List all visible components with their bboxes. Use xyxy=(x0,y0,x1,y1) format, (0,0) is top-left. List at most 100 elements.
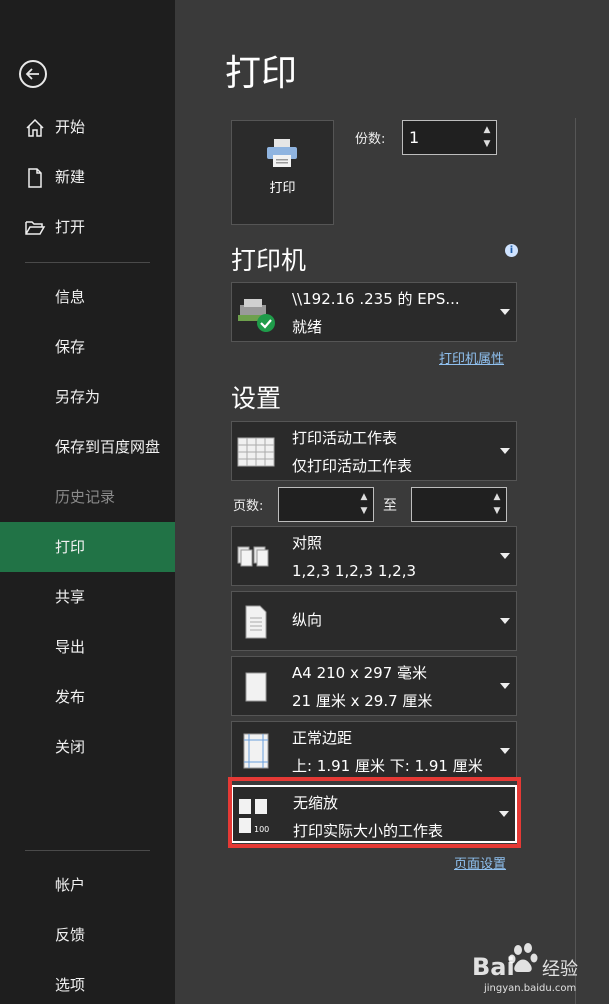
chevron-down-icon[interactable]: ▼ xyxy=(481,137,493,151)
svg-text:100: 100 xyxy=(254,825,269,834)
caret-down-icon xyxy=(500,553,510,559)
printer-properties-link[interactable]: 打印机属性 xyxy=(439,348,504,367)
pages-to-stepper[interactable]: ▲ ▼ xyxy=(411,487,507,522)
nav-export-label: 导出 xyxy=(55,638,86,656)
watermark-suffix: 经验 xyxy=(542,959,578,980)
margins-dropdown[interactable]: 正常边距 上: 1.91 厘米 下: 1.91 厘米 xyxy=(231,721,517,781)
pages-to-input[interactable] xyxy=(412,488,490,521)
copies-stepper[interactable]: ▲ ▼ xyxy=(402,120,497,155)
pages-to-label: 至 xyxy=(383,498,397,514)
nav-save-baidu-label: 保存到百度网盘 xyxy=(55,438,161,456)
nav-account[interactable]: 帐户 xyxy=(0,860,175,910)
caret-down-icon xyxy=(499,811,509,817)
nav-options[interactable]: 选项 xyxy=(0,960,175,1004)
sidebar-separator xyxy=(25,262,150,263)
collate-dropdown[interactable]: 对照 1,2,3 1,2,3 1,2,3 xyxy=(231,526,517,586)
chevron-down-icon[interactable]: ▼ xyxy=(358,504,370,518)
pages-label: 页数: xyxy=(233,499,264,514)
nav-save-as[interactable]: 另存为 xyxy=(0,372,175,422)
baidu-jingyan-watermark: Bai 经验 jingyan.baidu.com xyxy=(472,943,578,994)
chevron-up-icon[interactable]: ▲ xyxy=(481,123,493,137)
chevron-down-icon[interactable]: ▼ xyxy=(491,504,503,518)
page-title: 打印 xyxy=(225,53,298,94)
nav-feedback[interactable]: 反馈 xyxy=(0,910,175,960)
margins-icon xyxy=(243,733,269,769)
scaling-dropdown[interactable]: 100 无缩放 打印实际大小的工作表 xyxy=(231,785,517,843)
worksheet-grid-icon xyxy=(237,437,275,467)
caret-down-icon xyxy=(500,748,510,754)
sidebar-separator xyxy=(25,850,150,851)
print-what-line1: 打印活动工作表 xyxy=(292,429,398,447)
paper-size-dropdown[interactable]: A4 210 x 297 毫米 21 厘米 x 29.7 厘米 xyxy=(231,656,517,716)
copies-input[interactable] xyxy=(403,121,478,154)
nav-history: 历史记录 xyxy=(0,472,175,522)
pages-from-stepper[interactable]: ▲ ▼ xyxy=(278,487,374,522)
caret-down-icon xyxy=(500,309,510,315)
home-icon xyxy=(26,118,44,137)
nav-info[interactable]: 信息 xyxy=(0,272,175,322)
nav-save-baidu[interactable]: 保存到百度网盘 xyxy=(0,422,175,472)
nav-open-label: 打开 xyxy=(55,218,86,236)
watermark-url: jingyan.baidu.com xyxy=(483,983,576,994)
printer-icon xyxy=(267,139,297,167)
nav-home-label: 开始 xyxy=(55,118,86,136)
collate-icon xyxy=(237,546,269,567)
nav-info-label: 信息 xyxy=(55,288,86,306)
copies-label: 份数: xyxy=(355,132,386,147)
nav-close-label: 关闭 xyxy=(55,738,86,756)
portrait-page-icon xyxy=(245,605,267,639)
settings-heading: 设置 xyxy=(231,384,282,413)
printer-name: \\192.16 .235 的 EPS... xyxy=(292,290,460,308)
nav-history-label: 历史记录 xyxy=(55,488,116,506)
nav-close[interactable]: 关闭 xyxy=(0,722,175,772)
print-button[interactable]: 打印 xyxy=(231,120,334,225)
caret-down-icon xyxy=(500,683,510,689)
nav-options-label: 选项 xyxy=(55,976,86,994)
preview-divider xyxy=(575,118,576,1004)
backstage-sidebar: 开始 新建 打开 信息 保存 另存为 保存到百度网盘 历史记录 打印 共享 导出… xyxy=(0,0,175,1004)
paper-size-line2: 21 厘米 x 29.7 厘米 xyxy=(292,692,433,710)
printer-heading: 打印机 xyxy=(231,246,307,275)
no-scaling-icon: 100 xyxy=(239,799,269,834)
nav-save-label: 保存 xyxy=(55,338,86,356)
collate-line1: 对照 xyxy=(292,534,323,552)
chevron-up-icon[interactable]: ▲ xyxy=(491,490,503,504)
scaling-line1: 无缩放 xyxy=(293,794,339,812)
nav-publish[interactable]: 发布 xyxy=(0,672,175,722)
print-button-label: 打印 xyxy=(269,181,296,196)
nav-feedback-label: 反馈 xyxy=(55,926,86,944)
margins-line1: 正常边距 xyxy=(292,729,353,747)
scaling-line2: 打印实际大小的工作表 xyxy=(293,822,444,840)
nav-account-label: 帐户 xyxy=(55,876,86,894)
back-arrow-icon[interactable] xyxy=(19,60,47,88)
nav-print-label: 打印 xyxy=(55,538,86,556)
page-setup-link[interactable]: 页面设置 xyxy=(454,853,506,872)
folder-open-icon xyxy=(25,221,46,235)
chevron-up-icon[interactable]: ▲ xyxy=(358,490,370,504)
paper-size-line1: A4 210 x 297 毫米 xyxy=(292,664,428,682)
orientation-dropdown[interactable]: 纵向 xyxy=(231,591,517,651)
paper-size-icon xyxy=(245,672,267,702)
nav-share[interactable]: 共享 xyxy=(0,572,175,622)
collate-line2: 1,2,3 1,2,3 1,2,3 xyxy=(292,562,417,580)
nav-new[interactable]: 新建 xyxy=(0,152,175,202)
nav-export[interactable]: 导出 xyxy=(0,622,175,672)
nav-home[interactable]: 开始 xyxy=(0,102,175,152)
printer-dropdown[interactable]: \\192.16 .235 的 EPS... 就绪 xyxy=(231,282,517,342)
nav-share-label: 共享 xyxy=(55,588,86,606)
pages-from-input[interactable] xyxy=(279,488,357,521)
info-icon[interactable]: i xyxy=(505,244,518,257)
caret-down-icon xyxy=(500,448,510,454)
margins-line2: 上: 1.91 厘米 下: 1.91 厘米 xyxy=(292,757,483,775)
nav-print[interactable]: 打印 xyxy=(0,522,175,572)
nav-save[interactable]: 保存 xyxy=(0,322,175,372)
orientation-label: 纵向 xyxy=(292,611,323,629)
print-panel: 打印 打印 份数: ▲ ▼ 打印机 i \\192.16 .235 的 EPS.… xyxy=(175,0,609,1004)
nav-new-label: 新建 xyxy=(55,168,86,186)
print-what-dropdown[interactable]: 打印活动工作表 仅打印活动工作表 xyxy=(231,421,517,481)
nav-save-as-label: 另存为 xyxy=(55,388,101,406)
watermark-brand: Bai xyxy=(472,953,515,981)
printer-status: 就绪 xyxy=(292,318,323,336)
nav-open[interactable]: 打开 xyxy=(0,202,175,252)
nav-publish-label: 发布 xyxy=(55,688,86,706)
